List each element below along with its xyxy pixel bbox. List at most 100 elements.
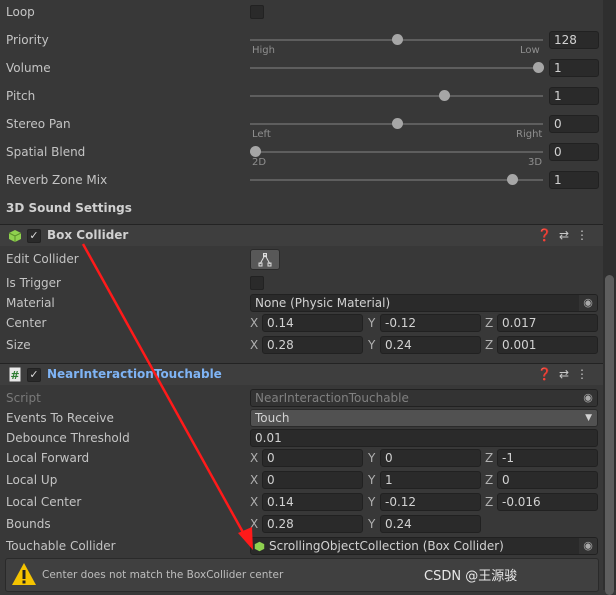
priority-label: Priority [6,33,49,47]
reverb-zone-mix-slider[interactable] [250,174,543,185]
z-input[interactable]: 0 [497,471,598,489]
script-field: NearInteractionTouchable ◉ [250,389,598,407]
is-trigger-checkbox[interactable] [250,276,264,290]
local-forward-label: Local Forward [6,451,90,465]
touchable-collider-label: Touchable Collider [6,539,116,553]
scrollbar[interactable] [603,0,616,595]
edit-collider-label: Edit Collider [6,252,79,266]
x-axis-label: X [250,517,259,531]
volume-label: Volume [6,61,51,75]
cube-icon [8,230,22,242]
x-input[interactable]: 0 [262,471,363,489]
touchable-collider-field[interactable]: ScrollingObjectCollection (Box Collider)… [250,537,598,555]
object-picker-icon[interactable]: ◉ [579,538,597,554]
slider-knob[interactable] [250,146,261,157]
preset-icon[interactable]: ⇄ [559,367,576,381]
help-icon[interactable]: ❓ [537,367,559,381]
spatial-blend-max-label: 3D [528,157,543,168]
box-collider-enabled-checkbox[interactable]: ✓ [27,229,41,243]
slider-knob[interactable] [391,118,403,129]
y-input[interactable]: 1 [380,471,481,489]
more-menu-icon[interactable]: ⋮ [576,228,595,242]
touchable-enabled-checkbox[interactable]: ✓ [27,368,41,382]
reverb-zone-mix-input[interactable]: 1 [549,171,599,189]
priority-slider[interactable] [250,34,543,45]
stereo-pan-slider[interactable] [250,118,543,129]
local-up-label: Local Up [6,473,58,487]
z-input[interactable]: 0.017 [497,314,598,332]
spatial-blend-input[interactable]: 0 [549,143,599,161]
x-input[interactable]: 0.28 [262,336,363,354]
dropdown-arrow-icon: ▼ [585,413,592,423]
debounce-input[interactable]: 0.01 [250,429,598,447]
x-input[interactable]: 0.14 [262,493,363,511]
pitch-label: Pitch [6,89,36,103]
object-picker-icon[interactable]: ◉ [579,295,597,311]
warning-icon [12,563,36,585]
spatial-blend-slider[interactable] [250,146,543,157]
priority-input[interactable]: 128 [549,31,599,49]
volume-slider[interactable] [250,62,544,73]
slider-knob[interactable] [533,62,544,73]
object-picker-icon: ◉ [579,390,597,406]
stereo-pan-input[interactable]: 0 [549,115,599,133]
y-input[interactable]: 0.24 [380,515,481,533]
box-collider-title: Box Collider [47,228,129,242]
touchable-header[interactable]: # ✓ NearInteractionTouchable ❓⇄⋮ [0,363,603,385]
priority-min-label: High [252,45,275,56]
preset-icon[interactable]: ⇄ [559,228,576,242]
box-collider-header[interactable]: ✓ Box Collider ❓⇄⋮ [0,224,603,246]
svg-text:#: # [10,369,19,382]
spatial-blend-min-label: 2D [252,157,267,168]
touchable-collider-value: ScrollingObjectCollection (Box Collider) [269,539,504,553]
local-center-label: Local Center [6,495,82,509]
y-input[interactable]: 0.24 [380,336,481,354]
z-input[interactable]: -1 [497,449,598,467]
x-axis-label: X [250,316,259,330]
z-axis-label: Z [485,495,494,509]
pitch-slider[interactable] [250,90,543,101]
warning-helpbox: Center does not match the BoxCollider ce… [5,558,599,592]
x-input[interactable]: 0.28 [262,515,363,533]
y-input[interactable]: 0 [380,449,481,467]
z-input[interactable]: -0.016 [497,493,598,511]
more-menu-icon[interactable]: ⋮ [576,367,595,381]
slider-knob[interactable] [438,90,450,101]
stereo-pan-min-label: Left [252,129,271,140]
loop-checkbox[interactable] [250,5,264,19]
edit-collider-icon [258,253,272,267]
is-trigger-label: Is Trigger [6,276,61,290]
z-input[interactable]: 0.001 [497,336,598,354]
touchable-title[interactable]: NearInteractionTouchable [47,367,222,381]
volume-input[interactable]: 1 [549,59,599,77]
y-axis-label: Y [368,473,376,487]
warning-text: Center does not match the BoxCollider ce… [42,569,284,581]
x-input[interactable]: 0 [262,449,363,467]
edit-collider-button[interactable] [250,249,280,270]
priority-max-label: Low [520,45,540,56]
y-input[interactable]: -0.12 [380,493,481,511]
z-axis-label: Z [485,451,494,465]
watermark: CSDN @王源骏 [424,569,518,584]
stereo-pan-max-label: Right [516,129,543,140]
spatial-blend-label: Spatial Blend [6,145,86,159]
slider-knob[interactable] [507,174,519,185]
3d-sound-settings-foldout[interactable]: 3D Sound Settings [6,200,132,216]
z-axis-label: Z [485,473,494,487]
reverb-zone-mix-label: Reverb Zone Mix [6,173,108,187]
center-label: Center [6,316,47,330]
y-axis-label: Y [368,316,376,330]
pitch-input[interactable]: 1 [549,87,599,105]
y-input[interactable]: -0.12 [380,314,481,332]
material-field[interactable]: None (Physic Material) ◉ [250,294,598,312]
y-axis-label: Y [368,517,376,531]
scrollbar-thumb[interactable] [605,275,614,595]
x-input[interactable]: 0.14 [262,314,363,332]
x-axis-label: X [250,495,259,509]
help-icon[interactable]: ❓ [537,228,559,242]
material-label: Material [6,296,55,310]
y-axis-label: Y [368,338,376,352]
slider-knob[interactable] [391,34,403,45]
x-axis-label: X [250,473,259,487]
events-dropdown[interactable]: Touch ▼ [250,409,598,427]
